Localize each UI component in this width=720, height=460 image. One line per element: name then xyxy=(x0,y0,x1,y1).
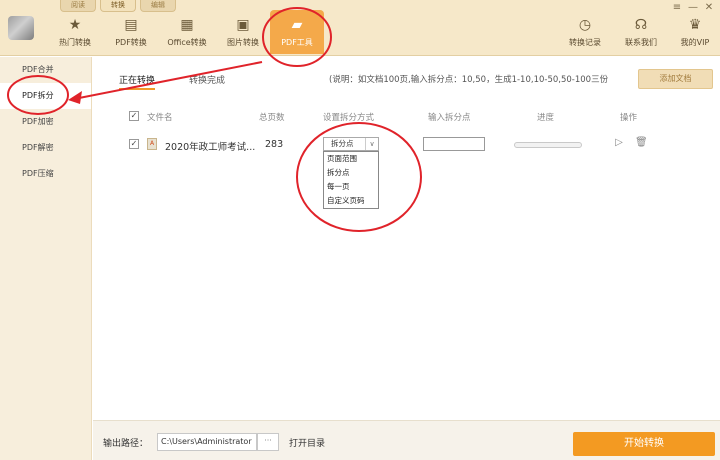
tool-pdf-convert[interactable]: ▤ PDF转换 xyxy=(104,16,158,54)
menu-icon[interactable]: ≡ xyxy=(670,2,684,14)
sidebar-item-pdf-merge[interactable]: PDF合并 xyxy=(0,57,91,83)
sidebar-item-pdf-encrypt[interactable]: PDF加密 xyxy=(0,109,91,135)
pdf-file-icon: A xyxy=(147,138,157,150)
tool-pdf-tools[interactable]: ▰ PDF工具 xyxy=(270,10,324,54)
col-filename: 文件名 xyxy=(147,113,173,123)
add-document-button[interactable]: 添加文档 xyxy=(638,69,713,89)
row-pages: 283 xyxy=(265,139,284,150)
browse-path-button[interactable]: ··· xyxy=(257,433,279,451)
sidebar-item-pdf-compress[interactable]: PDF压缩 xyxy=(0,161,91,187)
tool-office-convert[interactable]: ▦ Office转换 xyxy=(160,16,214,54)
split-option-custom-pages[interactable]: 自定义页码 xyxy=(324,194,378,208)
col-progress: 进度 xyxy=(537,113,555,123)
mode-tab-convert[interactable]: 转换 xyxy=(100,0,136,12)
split-option-each-page[interactable]: 每一页 xyxy=(324,180,378,194)
col-split-point: 输入拆分点 xyxy=(428,113,471,123)
tool-my-vip[interactable]: ♛ 我的VIP xyxy=(668,16,720,54)
headset-icon: ☊ xyxy=(634,17,648,33)
tool-contact-us[interactable]: ☊ 联系我们 xyxy=(614,16,668,54)
progress-bar xyxy=(514,142,582,148)
user-avatar[interactable] xyxy=(8,16,34,40)
image-icon: ▣ xyxy=(236,17,250,33)
clock-icon: ◷ xyxy=(578,17,592,33)
main-panel: 正在转换 转换完成 (说明：如文档100页,输入拆分点：10,50，生成1-10… xyxy=(93,57,720,420)
split-point-input[interactable] xyxy=(423,137,485,151)
footer-bar: 输出路径： C:\Users\Administrator ··· 打开目录 开始… xyxy=(93,420,720,460)
sidebar-item-pdf-decrypt[interactable]: PDF解密 xyxy=(0,135,91,161)
row-checkbox[interactable]: ✓ xyxy=(129,139,139,149)
select-all-checkbox[interactable]: ✓ xyxy=(129,111,139,121)
mode-tab-edit[interactable]: 编辑 xyxy=(140,0,176,12)
split-option-page-range[interactable]: 页面范围 xyxy=(324,152,378,166)
tab-converted[interactable]: 转换完成 xyxy=(189,73,225,86)
document-icon: ▦ xyxy=(180,17,194,33)
row-filename: 2020年政工师考试... xyxy=(165,142,256,153)
output-path-field[interactable]: C:\Users\Administrator xyxy=(157,433,257,451)
minimize-icon[interactable]: — xyxy=(686,2,700,14)
tool-image-convert[interactable]: ▣ 图片转换 xyxy=(216,16,270,54)
sidebar-item-pdf-split[interactable]: PDF拆分 xyxy=(0,83,91,109)
output-path-label: 输出路径： xyxy=(103,439,149,449)
tool-convert-history[interactable]: ◷ 转换记录 xyxy=(558,16,612,54)
open-directory-link[interactable]: 打开目录 xyxy=(289,436,325,449)
pdf-icon: ▤ xyxy=(124,17,138,33)
split-instructions: (说明：如文档100页,输入拆分点：10,50，生成1-10,10-50,50-… xyxy=(329,75,609,85)
close-icon[interactable]: ✕ xyxy=(702,2,716,14)
split-mode-select[interactable]: 拆分点 ∨ xyxy=(323,137,379,151)
toolbox-icon: ▰ xyxy=(291,17,303,33)
split-mode-dropdown: 页面范围 拆分点 每一页 自定义页码 xyxy=(323,151,379,209)
crown-icon: ♛ xyxy=(688,17,702,33)
split-option-split-point[interactable]: 拆分点 xyxy=(324,166,378,180)
tab-converting[interactable]: 正在转换 xyxy=(119,73,156,90)
sidebar: PDF合并 PDF拆分 PDF加密 PDF解密 PDF压缩 xyxy=(0,57,92,460)
col-total-pages: 总页数 xyxy=(259,113,285,123)
mode-tab-read[interactable]: 阅读 xyxy=(60,0,96,12)
col-split-mode: 设置拆分方式 xyxy=(323,113,375,123)
trash-icon[interactable]: 🗑 xyxy=(635,137,648,149)
tool-popular-convert[interactable]: ★ 热门转换 xyxy=(48,16,102,54)
start-convert-button[interactable]: 开始转换 xyxy=(573,432,715,456)
top-toolbar: 阅读 转换 编辑 ★ 热门转换 ▤ PDF转换 ▦ Office转换 ▣ 图片转… xyxy=(0,0,720,56)
star-icon: ★ xyxy=(68,17,82,33)
play-icon[interactable]: ▷ xyxy=(613,137,625,149)
chevron-down-icon: ∨ xyxy=(365,138,378,150)
col-actions: 操作 xyxy=(620,113,638,123)
